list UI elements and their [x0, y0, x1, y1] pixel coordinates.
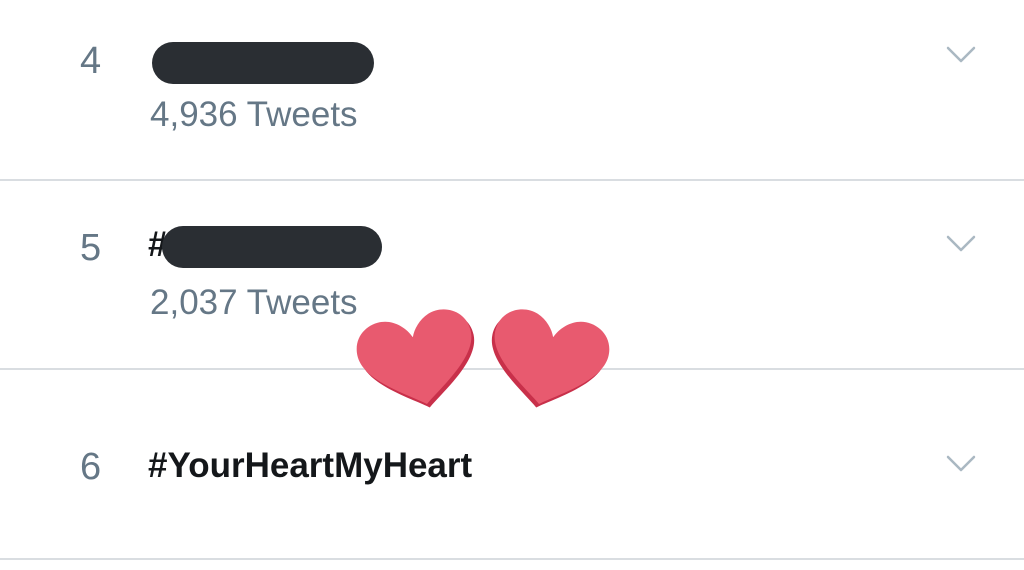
- heart-icon: [494, 309, 610, 404]
- tweet-count: 4,936 Tweets: [150, 95, 358, 134]
- trend-rank: 6: [80, 446, 102, 488]
- redaction-bar: [162, 226, 382, 268]
- chevron-down-icon[interactable]: [946, 46, 976, 64]
- chevron-down-icon[interactable]: [946, 455, 976, 473]
- redaction-bar: [152, 42, 374, 84]
- hearts-sticker: [356, 309, 610, 408]
- trend-row-4[interactable]: 4 4,936 Tweets: [0, 0, 1024, 181]
- trends-list: 4 4,936 Tweets 5 # 2,037 Tweets 6 #YourH…: [0, 0, 1024, 570]
- trend-rank: 5: [80, 227, 102, 269]
- tweet-count: 2,037 Tweets: [150, 283, 358, 322]
- trend-rank: 4: [80, 40, 102, 82]
- chevron-down-icon[interactable]: [946, 235, 976, 253]
- trend-name[interactable]: #YourHeartMyHeart: [148, 448, 472, 483]
